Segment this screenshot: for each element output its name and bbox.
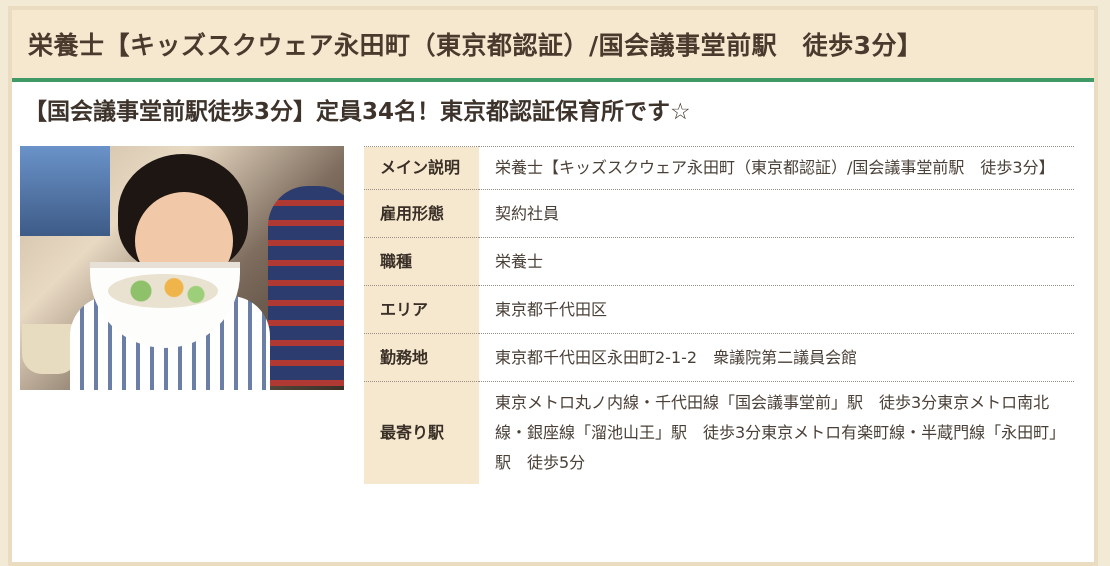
detail-row-employment-type: 雇用形態 契約社員 — [364, 189, 1074, 238]
detail-label: 雇用形態 — [364, 189, 479, 238]
detail-label: 勤務地 — [364, 333, 479, 382]
detail-value: 東京都千代田区永田町2-1-2 衆議院第二議員会館 — [479, 333, 1074, 382]
job-title[interactable]: 栄養士【キッズスクウェア永田町（東京都認証）/国会議事堂前駅 徒歩3分】 — [28, 26, 923, 62]
detail-label: メイン説明 — [364, 146, 479, 190]
detail-value: 契約社員 — [479, 189, 1074, 238]
detail-row-workplace: 勤務地 東京都千代田区永田町2-1-2 衆議院第二議員会館 — [364, 333, 1074, 382]
job-header: 栄養士【キッズスクウェア永田町（東京都認証）/国会議事堂前駅 徒歩3分】 — [12, 10, 1094, 82]
detail-value: 栄養士【キッズスクウェア永田町（東京都認証）/国会議事堂前駅 徒歩3分】 — [479, 146, 1074, 190]
detail-label: エリア — [364, 285, 479, 334]
detail-row-nearest-station: 最寄り駅 東京メトロ丸ノ内線・千代田線「国会議事堂前」駅 徒歩3分東京メトロ南北… — [364, 381, 1074, 484]
job-catchphrase: 【国会議事堂前駅徒歩3分】定員34名！東京都認証保育所です☆ — [24, 99, 691, 125]
photo-food — [108, 274, 218, 308]
job-details-table: メイン説明 栄養士【キッズスクウェア永田町（東京都認証）/国会議事堂前駅 徒歩3… — [364, 146, 1074, 484]
detail-value: 栄養士 — [479, 237, 1074, 286]
photo-shelf — [20, 146, 110, 236]
job-photo — [20, 146, 344, 390]
detail-value: 東京都千代田区 — [479, 285, 1074, 334]
detail-row-area: エリア 東京都千代田区 — [364, 285, 1074, 334]
photo-child-background — [268, 186, 344, 386]
detail-label: 最寄り駅 — [364, 381, 479, 484]
detail-value: 東京メトロ丸ノ内線・千代田線「国会議事堂前」駅 徒歩3分東京メトロ南北線・銀座線… — [479, 381, 1074, 484]
detail-row-job-type: 職種 栄養士 — [364, 237, 1074, 286]
detail-label: 職種 — [364, 237, 479, 286]
detail-row-main-description: メイン説明 栄養士【キッズスクウェア永田町（東京都認証）/国会議事堂前駅 徒歩3… — [364, 146, 1074, 190]
